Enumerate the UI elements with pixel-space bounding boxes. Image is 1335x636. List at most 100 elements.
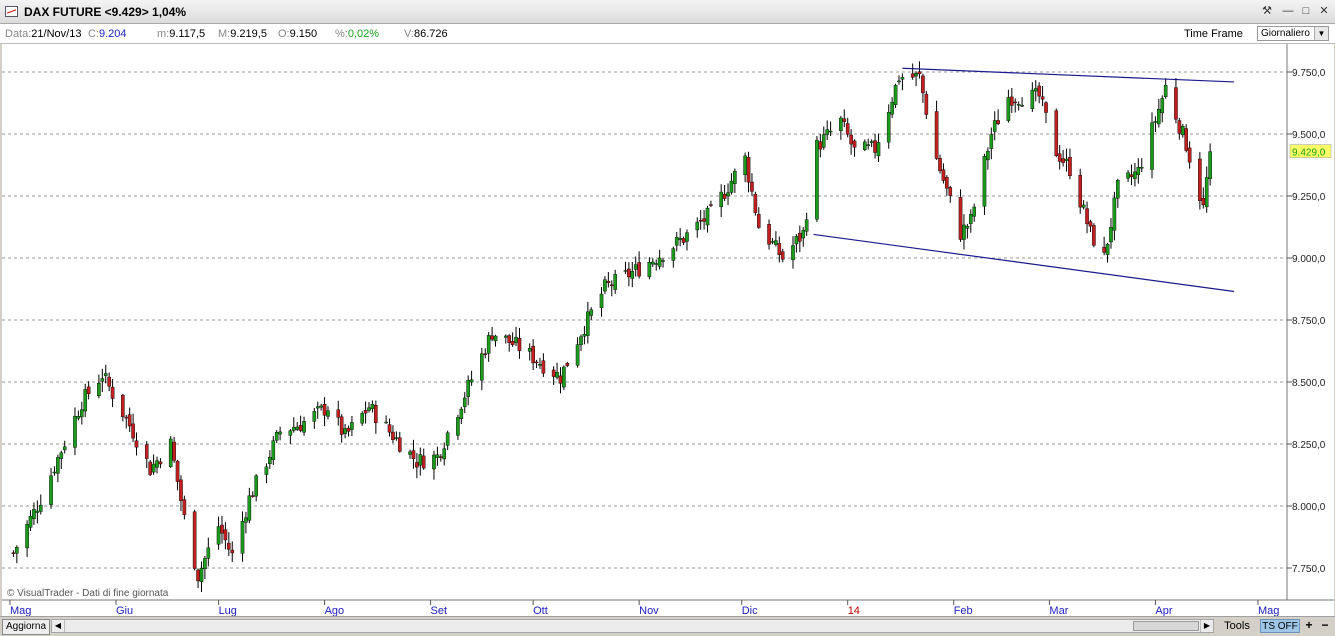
candle-body (121, 394, 125, 417)
candle-body (62, 446, 67, 451)
candle-body (322, 404, 327, 416)
candle-body (397, 437, 402, 452)
y-tick-label: 8.500,0 (1292, 378, 1326, 389)
candle-body (172, 441, 176, 461)
candle-body (948, 187, 953, 196)
candle-body (555, 372, 559, 378)
watermark: © VisualTrader - Dati di fine giornata (7, 588, 169, 599)
candlestick-chart[interactable]: 9.750,0 9.500,0 9.250,0 9.000,0 8.750,0 8.500… (0, 44, 1335, 616)
candle-body (804, 219, 809, 232)
candle-body (1006, 97, 1011, 121)
candle-body (415, 462, 419, 468)
candle-body (302, 421, 306, 433)
candle-body (938, 158, 942, 172)
candle-body (203, 558, 207, 570)
candle-body (175, 460, 180, 482)
candle-body (1116, 180, 1120, 199)
candle-body (726, 192, 730, 197)
candle-body (527, 348, 532, 352)
candle-body (575, 344, 580, 366)
candle-body (914, 73, 918, 77)
candle-body (486, 335, 491, 354)
candle-body (131, 423, 135, 439)
tools-icon[interactable]: ⚒ (1260, 5, 1274, 18)
candle-body (442, 448, 447, 460)
candle-body (825, 129, 829, 135)
candle-body (97, 383, 101, 396)
candle-body (924, 93, 929, 115)
candle-body (821, 134, 826, 148)
candle-body (791, 245, 795, 261)
candle-body (852, 140, 857, 148)
candle-body (866, 144, 871, 146)
candle-body (900, 77, 905, 80)
candle-body (1126, 172, 1130, 179)
candle-body (982, 156, 987, 207)
candle-body (565, 363, 570, 366)
candle-body (15, 547, 19, 554)
candle-body (432, 454, 436, 470)
minimize-icon[interactable]: — (1281, 5, 1295, 18)
candle-body (1184, 128, 1188, 151)
candle-body (1112, 197, 1117, 231)
candle-body (247, 495, 252, 521)
close-icon[interactable]: ✕ (1317, 5, 1331, 18)
candle-body (1157, 108, 1161, 125)
candle-body (517, 337, 522, 351)
horizontal-scrollbar[interactable]: ◀ ▶ (51, 619, 1214, 633)
update-button[interactable]: Aggiorna (2, 619, 50, 635)
candle-body (647, 262, 652, 277)
candle-body (1078, 175, 1083, 208)
scroll-thumb[interactable] (1133, 621, 1199, 631)
candle-body (1033, 88, 1038, 92)
candle-body (965, 225, 970, 229)
candle-body (1133, 171, 1137, 179)
candle-body (80, 409, 84, 418)
candle-body (271, 440, 276, 460)
scroll-left-icon[interactable]: ◀ (52, 620, 65, 632)
candle-body (179, 479, 183, 501)
candle-body (11, 552, 16, 554)
candle-body (709, 204, 713, 206)
candle-body (86, 386, 91, 395)
candle-body (582, 333, 587, 337)
candle-body (794, 236, 799, 245)
candle-body (757, 214, 761, 228)
candle-body (411, 450, 416, 460)
scroll-right-icon[interactable]: ▶ (1200, 620, 1213, 632)
candle-body (312, 411, 317, 422)
title-bar: DAX FUTURE <9.429> 1,04% ⚒ — □ ✕ (0, 0, 1335, 24)
ts-off-button[interactable]: TS OFF (1260, 619, 1300, 633)
open-info: O:9.150 (278, 28, 318, 40)
candle-body (268, 457, 272, 465)
candle-body (367, 407, 371, 411)
candle-body (989, 134, 994, 149)
candle-body (599, 293, 604, 308)
candle-body (1030, 89, 1035, 109)
candle-body (199, 568, 204, 582)
bottom-toolbar: Aggiorna ◀ ▶ Tools TS OFF + − (0, 616, 1335, 636)
candle-body (374, 405, 378, 424)
zoom-out-button[interactable]: − (1318, 619, 1332, 633)
x-tick-label: Set (431, 605, 448, 616)
dropdown-arrow-icon[interactable]: ▼ (1314, 27, 1328, 40)
x-tick-label: Giu (116, 605, 133, 616)
candle-body (435, 454, 440, 458)
candle-body (1013, 101, 1018, 104)
x-tick-label: Apr (1155, 605, 1172, 616)
zoom-in-button[interactable]: + (1302, 619, 1316, 633)
timeframe-select[interactable]: Giornaliero ▼ (1257, 26, 1329, 41)
candle-body (1160, 98, 1165, 114)
y-tick-label: 8.000,0 (1292, 502, 1326, 513)
candle-body (746, 157, 751, 183)
candle-body (264, 466, 269, 475)
candle-body (551, 369, 556, 377)
candle-body (774, 240, 778, 245)
y-tick-label: 7.750,0 (1292, 564, 1326, 575)
candle-body (1020, 105, 1024, 107)
maximize-icon[interactable]: □ (1299, 5, 1313, 18)
tools-button[interactable]: Tools (1216, 619, 1258, 633)
candle-body (828, 130, 833, 133)
candle-body (206, 547, 211, 559)
candle-body (705, 207, 710, 226)
